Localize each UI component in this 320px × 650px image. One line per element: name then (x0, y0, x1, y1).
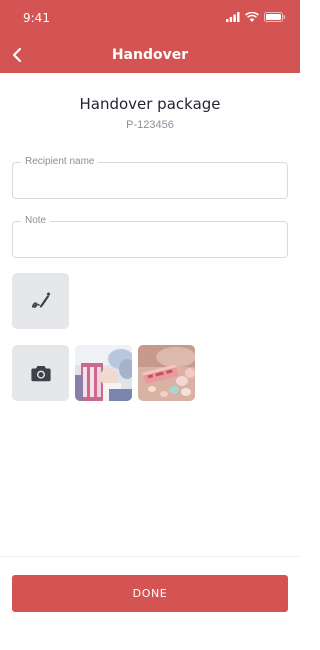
recipient-name-field[interactable]: Recipient name (12, 156, 288, 199)
done-button[interactable]: DONE (12, 575, 288, 612)
signature-icon (31, 292, 50, 308)
status-icons (226, 12, 286, 22)
package-id: P-123456 (126, 119, 174, 131)
add-signature-button[interactable] (12, 273, 69, 329)
photo-thumbnail[interactable] (138, 345, 195, 401)
package-title: Handover package (79, 95, 221, 113)
wifi-icon (245, 12, 259, 22)
battery-icon (264, 12, 286, 22)
photo-thumbnail[interactable] (75, 345, 132, 401)
photo-thumbnail-2 (138, 345, 195, 401)
photo-thumbnail-1 (75, 345, 132, 401)
app-header: 9:41 Handover (0, 0, 300, 73)
status-bar: 9:41 (0, 0, 300, 36)
recipient-name-input[interactable] (13, 163, 287, 198)
camera-icon (30, 365, 51, 381)
page-title: Handover (111, 47, 189, 63)
note-label: Note (21, 215, 51, 227)
recipient-name-label: Recipient name (21, 156, 99, 168)
nav-bar: Handover (0, 38, 300, 74)
note-field[interactable]: Note (12, 215, 288, 258)
note-input[interactable] (13, 222, 287, 257)
footer-divider (0, 556, 300, 557)
status-time: 9:41 (23, 11, 50, 25)
signal-icon (226, 12, 240, 22)
add-photo-button[interactable] (12, 345, 69, 401)
